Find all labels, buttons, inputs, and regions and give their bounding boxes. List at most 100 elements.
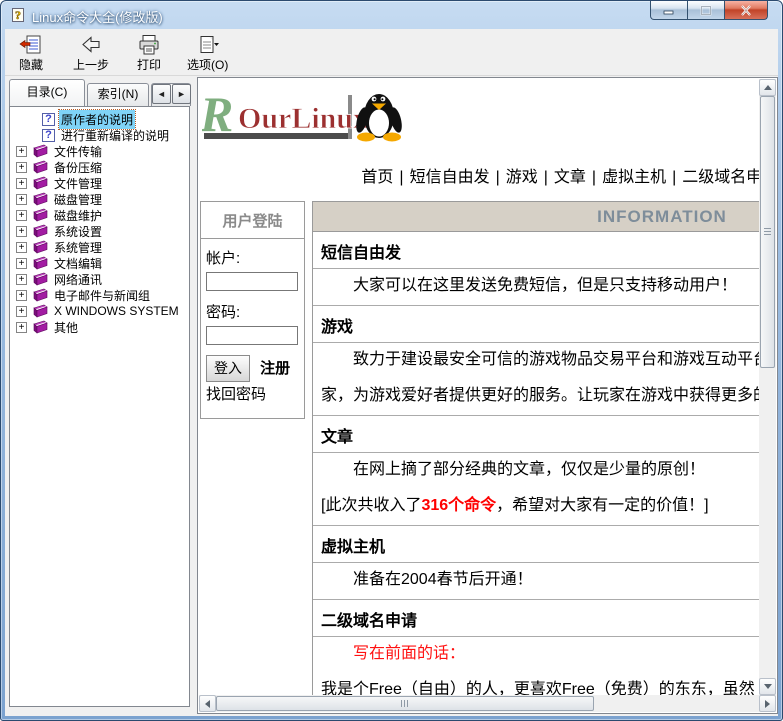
expand-plus-icon[interactable]: + <box>16 306 27 317</box>
left-arrow-icon <box>201 700 210 708</box>
expand-plus-icon[interactable]: + <box>16 274 27 285</box>
nav-separator: | <box>592 169 596 186</box>
info-text-run: [此次共收入了 <box>321 497 421 514</box>
horizontal-scrollbar[interactable] <box>199 695 776 712</box>
nav-link[interactable]: 短信自由发 <box>410 169 490 186</box>
book-folder-icon <box>31 256 48 270</box>
tab-scroll-right-button[interactable]: ► <box>172 84 191 104</box>
close-button[interactable] <box>724 1 768 20</box>
info-text-run: 致力于建设最安全可信的游戏物品交易平台和游戏互动平台 <box>353 351 759 368</box>
maximize-button[interactable] <box>688 1 724 20</box>
information-panel: INFORMATION 短信自由发大家可以在这里发送免费短信，但是只支持移动用户… <box>312 201 759 695</box>
minimize-icon <box>663 6 675 15</box>
recover-password-link[interactable]: 找回密码 <box>206 386 266 403</box>
info-section-heading: 游戏 <box>313 306 759 343</box>
expand-plus-icon[interactable]: + <box>16 210 27 221</box>
back-arrow-icon <box>79 34 103 56</box>
nav-link[interactable]: 首页 <box>361 169 393 186</box>
logo-brand-text: OurLinux <box>238 102 368 135</box>
info-paragraph: 在网上摘了部分经典的文章，仅仅是少量的原创！ <box>313 453 759 489</box>
tree-item[interactable]: + 电子邮件与新闻组 <box>10 287 189 303</box>
vertical-scrollbar[interactable] <box>759 79 776 695</box>
account-label: 帐户: <box>206 247 299 268</box>
expand-plus-icon[interactable]: + <box>16 242 27 253</box>
tab-contents[interactable]: 目录(C) <box>9 79 85 106</box>
scroll-down-button[interactable] <box>759 678 776 695</box>
toolbar-button-label: 上一步 <box>73 56 109 73</box>
book-folder-icon <box>31 144 48 158</box>
expand-plus-icon[interactable]: + <box>16 322 27 333</box>
window-frame: ? Linux命令大全(修改版) 隐藏 <box>0 0 783 721</box>
expand-plus-icon[interactable]: + <box>16 146 27 157</box>
info-text-run: 我是个Free（自由）的人，更喜欢Free（免费）的东东，虽然 <box>321 681 755 695</box>
ourlinux-logo: R OurLinux <box>202 87 408 143</box>
info-paragraph: 写在前面的话： <box>313 637 759 673</box>
dropdown-arrow-icon <box>214 43 219 46</box>
account-input[interactable] <box>206 272 298 291</box>
info-paragraph: 家，为游戏爱好者提供更好的服务。让玩家在游戏中获得更多的 <box>313 379 759 416</box>
expand-plus-icon[interactable]: + <box>16 290 27 301</box>
info-paragraph: 大家可以在这里发送免费短信，但是只支持移动用户！ <box>313 269 759 306</box>
hide-button[interactable]: 隐藏 <box>13 32 49 74</box>
navigation-tabs: 搜 索引(N) 目录(C) ◄ ► <box>5 76 195 106</box>
scroll-up-button[interactable] <box>759 79 776 96</box>
info-text-run: 写在前面的话： <box>353 645 465 662</box>
back-button[interactable]: 上一步 <box>67 32 115 74</box>
question-topic-icon: ? <box>42 129 55 142</box>
book-folder-icon <box>31 224 48 238</box>
expand-plus-icon[interactable]: + <box>16 258 27 269</box>
information-rows: 短信自由发大家可以在这里发送免费短信，但是只支持移动用户！游戏致力于建设最安全可… <box>313 232 759 695</box>
tree-item-label[interactable]: 电子邮件与新闻组 <box>52 286 152 305</box>
book-folder-icon <box>31 304 48 318</box>
tree-item[interactable]: +X WINDOWS SYSTEM <box>10 303 189 319</box>
password-input[interactable] <box>206 326 298 345</box>
chm-help-file-icon: ? <box>10 7 26 23</box>
question-topic-icon: ? <box>42 113 55 126</box>
nav-separator: | <box>496 169 500 186</box>
nav-link[interactable]: 二级域名申请 <box>682 169 759 186</box>
info-text-run: 家，为游戏爱好者提供更好的服务。让玩家在游戏中获得更多的 <box>321 387 759 404</box>
scroll-right-button[interactable] <box>759 695 776 712</box>
login-panel: 用户登陆 帐户: 密码: 登入 注册 找回密码 <box>200 201 305 419</box>
info-text-run: 准备在2004春节后开通！ <box>353 571 533 588</box>
vertical-scroll-thumb[interactable] <box>760 96 775 368</box>
tab-index[interactable]: 索引(N) <box>87 83 149 106</box>
book-folder-icon <box>31 192 48 206</box>
horizontal-scroll-thumb[interactable] <box>216 696 594 711</box>
nav-link[interactable]: 虚拟主机 <box>602 169 666 186</box>
minimize-button[interactable] <box>650 1 688 20</box>
info-text-run: 在网上摘了部分经典的文章，仅仅是少量的原创！ <box>353 461 705 478</box>
contents-tree: ?原作者的说明?进行重新编译的说明+文件传输+备份压缩+文件管理+磁盘管理+磁盘… <box>9 106 190 707</box>
register-link[interactable]: 注册 <box>260 360 290 377</box>
info-text-run: 316个命令 <box>421 497 496 514</box>
tree-item[interactable]: + 其他 <box>10 319 189 335</box>
expand-plus-icon[interactable]: + <box>16 226 27 237</box>
topic-viewport: R OurLinux <box>199 79 759 695</box>
book-folder-icon <box>31 176 48 190</box>
information-header: INFORMATION <box>313 202 759 232</box>
tab-scroll-left-button[interactable]: ◄ <box>152 84 171 104</box>
nav-link[interactable]: 游戏 <box>506 169 538 186</box>
book-folder-icon <box>31 272 48 286</box>
tree-item-label[interactable]: 其他 <box>52 318 80 337</box>
print-button[interactable]: 打印 <box>131 32 167 74</box>
scroll-left-button[interactable] <box>199 695 216 712</box>
password-label: 密码: <box>206 301 299 322</box>
title-bar: ? Linux命令大全(修改版) <box>1 1 782 29</box>
options-button[interactable]: 选项(O) <box>181 32 234 74</box>
expand-plus-icon[interactable]: + <box>16 194 27 205</box>
nav-separator: | <box>399 169 403 186</box>
nav-link[interactable]: 文章 <box>554 169 586 186</box>
down-arrow-icon <box>764 684 772 693</box>
info-paragraph: 致力于建设最安全可信的游戏物品交易平台和游戏互动平台 <box>313 343 759 379</box>
toolbar: 隐藏 上一步 打印 选 <box>5 29 778 76</box>
login-button[interactable]: 登入 <box>206 355 250 382</box>
expand-plus-icon[interactable]: + <box>16 162 27 173</box>
info-section-heading: 短信自由发 <box>313 232 759 269</box>
expand-plus-icon[interactable]: + <box>16 178 27 189</box>
book-folder-icon <box>31 208 48 222</box>
up-arrow-icon <box>764 81 772 90</box>
toolbar-button-label: 打印 <box>137 56 161 73</box>
hide-pane-icon <box>19 34 43 56</box>
right-arrow-icon <box>765 700 774 708</box>
